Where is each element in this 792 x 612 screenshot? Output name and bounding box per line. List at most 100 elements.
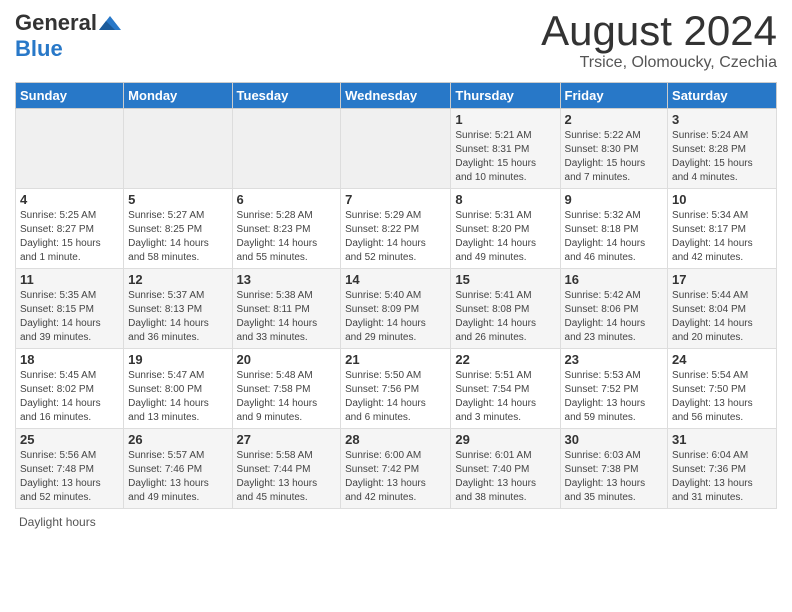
calendar-cell: 17 Sunrise: 5:44 AM Sunset: 8:04 PM Dayli… [668, 269, 777, 349]
day-info: Sunrise: 5:29 AM Sunset: 8:22 PM Dayligh… [345, 209, 446, 265]
day-info: Sunrise: 5:34 AM Sunset: 8:17 PM Dayligh… [672, 209, 772, 265]
calendar-cell [341, 109, 451, 189]
day-info: Sunrise: 5:38 AM Sunset: 8:11 PM Dayligh… [237, 289, 337, 345]
calendar-cell: 21 Sunrise: 5:50 AM Sunset: 7:56 PM Dayli… [341, 349, 451, 429]
day-number: 12 [128, 272, 227, 287]
logo-icon [99, 14, 121, 32]
day-number: 26 [128, 432, 227, 447]
calendar-cell: 7 Sunrise: 5:29 AM Sunset: 8:22 PM Daylig… [341, 189, 451, 269]
calendar-header-tuesday: Tuesday [232, 83, 341, 109]
calendar-week-5: 25 Sunrise: 5:56 AM Sunset: 7:48 PM Dayli… [16, 429, 777, 509]
day-number: 11 [20, 272, 119, 287]
day-number: 25 [20, 432, 119, 447]
calendar-header-row: SundayMondayTuesdayWednesdayThursdayFrid… [16, 83, 777, 109]
calendar-cell: 30Sunrise: 6:03 AM Sunset: 7:38 PM Dayli… [560, 429, 668, 509]
header: General Blue August 2024 Trsice, Olomouc… [15, 10, 777, 72]
day-info: Sunrise: 5:47 AM Sunset: 8:00 PM Dayligh… [128, 369, 227, 425]
day-number: 28 [345, 432, 446, 447]
day-number: 17 [672, 272, 772, 287]
day-info: Sunrise: 5:58 AM Sunset: 7:44 PM Dayligh… [237, 449, 337, 505]
day-number: 18 [20, 352, 119, 367]
day-number: 30 [565, 432, 664, 447]
calendar-cell: 1Sunrise: 5:21 AM Sunset: 8:31 PM Daylig… [451, 109, 560, 189]
day-number: 6 [237, 192, 337, 207]
calendar-cell: 29 Sunrise: 6:01 AM Sunset: 7:40 PM Dayli… [451, 429, 560, 509]
day-number: 16 [565, 272, 664, 287]
title-block: August 2024 Trsice, Olomoucky, Czechia [541, 10, 777, 72]
calendar-table: SundayMondayTuesdayWednesdayThursdayFrid… [15, 82, 777, 509]
day-info: Sunrise: 5:35 AM Sunset: 8:15 PM Dayligh… [20, 289, 119, 345]
day-number: 9 [565, 192, 664, 207]
day-info: Sunrise: 6:04 AM Sunset: 7:36 PM Dayligh… [672, 449, 772, 505]
calendar-week-2: 4 Sunrise: 5:25 AM Sunset: 8:27 PM Daylig… [16, 189, 777, 269]
day-info: Sunrise: 5:42 AM Sunset: 8:06 PM Dayligh… [565, 289, 664, 345]
calendar-cell [16, 109, 124, 189]
day-number: 3 [672, 112, 772, 127]
calendar-cell: 8Sunrise: 5:31 AM Sunset: 8:20 PM Daylig… [451, 189, 560, 269]
calendar-week-1: 1Sunrise: 5:21 AM Sunset: 8:31 PM Daylig… [16, 109, 777, 189]
day-info: Sunrise: 5:28 AM Sunset: 8:23 PM Dayligh… [237, 209, 337, 265]
day-number: 2 [565, 112, 664, 127]
calendar-cell: 2Sunrise: 5:22 AM Sunset: 8:30 PM Daylig… [560, 109, 668, 189]
day-number: 15 [455, 272, 555, 287]
calendar-cell: 24Sunrise: 5:54 AM Sunset: 7:50 PM Dayli… [668, 349, 777, 429]
day-info: Sunrise: 6:01 AM Sunset: 7:40 PM Dayligh… [455, 449, 555, 505]
day-number: 21 [345, 352, 446, 367]
calendar-cell: 5Sunrise: 5:27 AM Sunset: 8:25 PM Daylig… [124, 189, 232, 269]
daylight-hours-label: Daylight hours [19, 515, 96, 529]
day-info: Sunrise: 5:40 AM Sunset: 8:09 PM Dayligh… [345, 289, 446, 345]
location: Trsice, Olomoucky, Czechia [541, 54, 777, 72]
day-info: Sunrise: 5:45 AM Sunset: 8:02 PM Dayligh… [20, 369, 119, 425]
calendar-header-thursday: Thursday [451, 83, 560, 109]
calendar-cell: 4 Sunrise: 5:25 AM Sunset: 8:27 PM Daylig… [16, 189, 124, 269]
day-info: Sunrise: 5:24 AM Sunset: 8:28 PM Dayligh… [672, 129, 772, 185]
day-info: Sunrise: 5:25 AM Sunset: 8:27 PM Dayligh… [20, 209, 119, 265]
day-info: Sunrise: 5:57 AM Sunset: 7:46 PM Dayligh… [128, 449, 227, 505]
day-info: Sunrise: 5:51 AM Sunset: 7:54 PM Dayligh… [455, 369, 555, 425]
calendar-cell: 20Sunrise: 5:48 AM Sunset: 7:58 PM Dayli… [232, 349, 341, 429]
day-info: Sunrise: 5:54 AM Sunset: 7:50 PM Dayligh… [672, 369, 772, 425]
calendar-week-4: 18 Sunrise: 5:45 AM Sunset: 8:02 PM Dayli… [16, 349, 777, 429]
calendar-cell: 22Sunrise: 5:51 AM Sunset: 7:54 PM Dayli… [451, 349, 560, 429]
calendar-header-saturday: Saturday [668, 83, 777, 109]
calendar-cell: 6 Sunrise: 5:28 AM Sunset: 8:23 PM Daylig… [232, 189, 341, 269]
page: General Blue August 2024 Trsice, Olomouc… [0, 0, 792, 539]
day-number: 1 [455, 112, 555, 127]
day-number: 10 [672, 192, 772, 207]
day-info: Sunrise: 5:48 AM Sunset: 7:58 PM Dayligh… [237, 369, 337, 425]
calendar-header-sunday: Sunday [16, 83, 124, 109]
calendar-cell: 12Sunrise: 5:37 AM Sunset: 8:13 PM Dayli… [124, 269, 232, 349]
calendar-cell: 25 Sunrise: 5:56 AM Sunset: 7:48 PM Dayli… [16, 429, 124, 509]
calendar-cell: 3 Sunrise: 5:24 AM Sunset: 8:28 PM Daylig… [668, 109, 777, 189]
calendar-cell: 9 Sunrise: 5:32 AM Sunset: 8:18 PM Daylig… [560, 189, 668, 269]
day-number: 29 [455, 432, 555, 447]
calendar-header-wednesday: Wednesday [341, 83, 451, 109]
calendar-cell: 15 Sunrise: 5:41 AM Sunset: 8:08 PM Dayli… [451, 269, 560, 349]
day-info: Sunrise: 5:41 AM Sunset: 8:08 PM Dayligh… [455, 289, 555, 345]
calendar-cell: 19Sunrise: 5:47 AM Sunset: 8:00 PM Dayli… [124, 349, 232, 429]
calendar-cell: 18 Sunrise: 5:45 AM Sunset: 8:02 PM Dayli… [16, 349, 124, 429]
logo-blue: Blue [15, 36, 63, 61]
calendar-week-3: 11 Sunrise: 5:35 AM Sunset: 8:15 PM Dayli… [16, 269, 777, 349]
calendar-cell [124, 109, 232, 189]
day-info: Sunrise: 6:00 AM Sunset: 7:42 PM Dayligh… [345, 449, 446, 505]
day-number: 7 [345, 192, 446, 207]
footer: Daylight hours [15, 515, 777, 529]
day-info: Sunrise: 5:50 AM Sunset: 7:56 PM Dayligh… [345, 369, 446, 425]
day-info: Sunrise: 5:44 AM Sunset: 8:04 PM Dayligh… [672, 289, 772, 345]
day-info: Sunrise: 5:56 AM Sunset: 7:48 PM Dayligh… [20, 449, 119, 505]
calendar-cell: 26 Sunrise: 5:57 AM Sunset: 7:46 PM Dayli… [124, 429, 232, 509]
calendar-header-friday: Friday [560, 83, 668, 109]
calendar-cell: 27Sunrise: 5:58 AM Sunset: 7:44 PM Dayli… [232, 429, 341, 509]
calendar-cell: 10 Sunrise: 5:34 AM Sunset: 8:17 PM Dayli… [668, 189, 777, 269]
day-number: 31 [672, 432, 772, 447]
calendar-cell: 14Sunrise: 5:40 AM Sunset: 8:09 PM Dayli… [341, 269, 451, 349]
day-number: 13 [237, 272, 337, 287]
day-number: 4 [20, 192, 119, 207]
calendar-cell: 23Sunrise: 5:53 AM Sunset: 7:52 PM Dayli… [560, 349, 668, 429]
day-info: Sunrise: 5:32 AM Sunset: 8:18 PM Dayligh… [565, 209, 664, 265]
calendar-cell [232, 109, 341, 189]
calendar-cell: 16 Sunrise: 5:42 AM Sunset: 8:06 PM Dayli… [560, 269, 668, 349]
month-year: August 2024 [541, 10, 777, 52]
logo: General Blue [15, 10, 123, 62]
